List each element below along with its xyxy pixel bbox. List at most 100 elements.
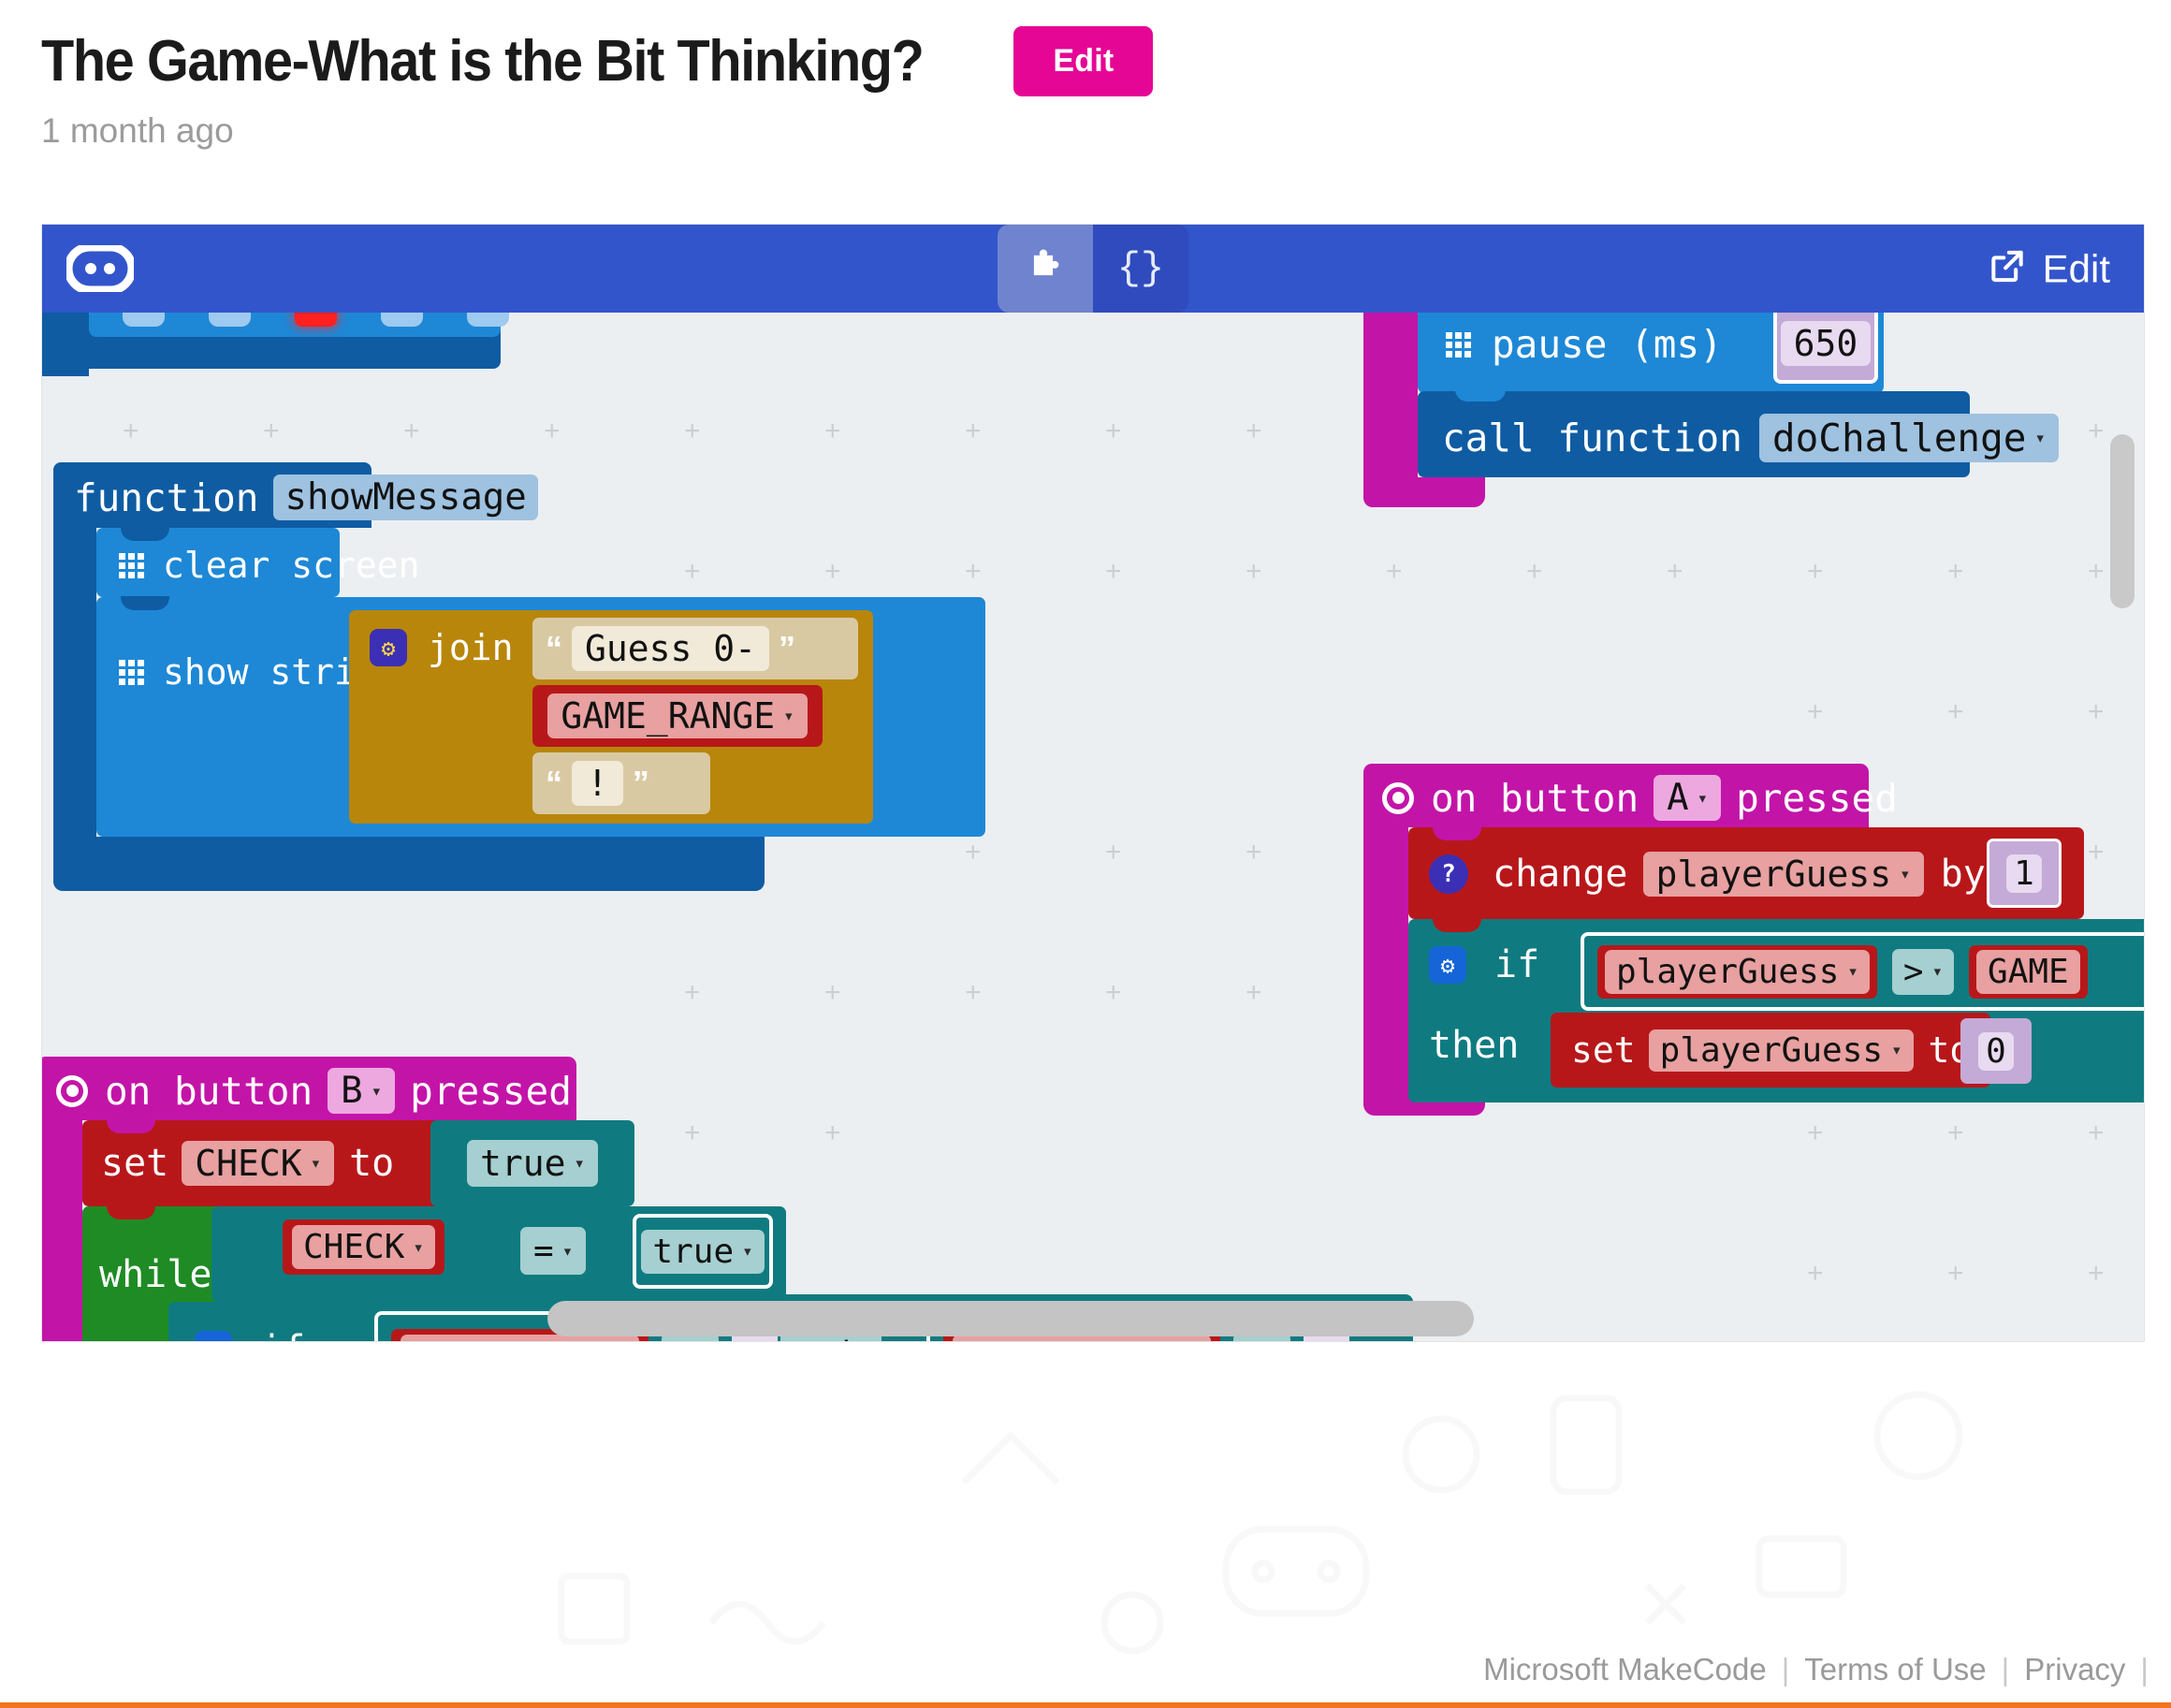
footer-terms-link[interactable]: Terms of Use — [1804, 1652, 1986, 1687]
editor-toolbar: {} Edit — [42, 225, 2144, 313]
page-header: The Game-What is the Bit Thinking? Edit … — [0, 0, 2171, 151]
footer-separator: | — [2001, 1652, 2010, 1686]
join-arg-3[interactable]: “ ! ” — [532, 752, 710, 814]
if-label: if — [1494, 943, 1540, 986]
call-function-name[interactable]: doChallenge ▾ — [1758, 414, 2059, 462]
if-label: if — [260, 1328, 305, 1341]
change-label: change — [1493, 853, 1628, 896]
join-arg-2-value[interactable]: GAME_RANGE ▾ — [547, 693, 808, 738]
on-button-a-header: on button A ▾ pressed — [1382, 775, 1898, 821]
comparison-block-a[interactable]: playerGuess ▾ > ▾ GAME — [1581, 932, 2144, 1011]
set-variable-block-a[interactable]: set playerGuess ▾ to — [1551, 1013, 1990, 1088]
show-string-block[interactable]: show string ⚙ join “ Guess 0- ” GAME_RAN… — [96, 596, 985, 837]
clear-screen-block[interactable]: clear screen — [96, 527, 420, 597]
footer-brand-link[interactable]: Microsoft MakeCode — [1483, 1652, 1767, 1687]
change-value-socket[interactable]: 1 — [1987, 839, 2062, 908]
footer-privacy-link[interactable]: Privacy — [2024, 1652, 2125, 1687]
quote-open-icon: “ — [546, 764, 562, 802]
set-check-block[interactable]: set CHECK ▾ to — [82, 1119, 445, 1206]
button-b-dropdown[interactable]: B ▾ — [328, 1068, 396, 1114]
simulator-bar: SHAKE A B 0 1 2 3V GND The Simulator! — [0, 1342, 2171, 1708]
gear-icon[interactable]: ⚙ — [195, 1331, 232, 1341]
footer-links: Microsoft MakeCode | Terms of Use | Priv… — [1483, 1652, 2149, 1687]
pause-value[interactable]: 650 — [1780, 321, 1872, 366]
set-value-socket-a[interactable]: 0 — [1960, 1018, 2032, 1084]
while-cond-right[interactable]: true ▾ — [633, 1214, 773, 1289]
gear-icon[interactable]: ⚙ — [370, 629, 407, 666]
join-block[interactable]: ⚙ join “ Guess 0- ” GAME_RANGE ▾ “ ! ” — [349, 610, 873, 824]
footer-separator: | — [2140, 1652, 2149, 1686]
led-grid-icon — [119, 552, 144, 578]
external-link-icon — [1987, 246, 2028, 292]
chevron-down-icon: ▾ — [1931, 961, 1944, 982]
button-a-dropdown[interactable]: A ▾ — [1654, 775, 1722, 821]
by-label: by — [1940, 853, 1986, 896]
comparison-operator[interactable]: > ▾ — [1891, 948, 1955, 995]
footer-accent-bar — [0, 1702, 2171, 1708]
change-variable-block[interactable]: ? change playerGuess ▾ by 1 — [1408, 826, 2084, 919]
set-check-variable[interactable]: CHECK ▾ — [182, 1141, 335, 1186]
chevron-down-icon: ▾ — [2034, 428, 2046, 448]
pause-block[interactable]: pause (ms) 650 — [1418, 313, 1884, 393]
while-cond-left[interactable]: CHECK ▾ — [283, 1219, 444, 1275]
clear-screen-label: clear screen — [163, 545, 420, 586]
toolbar-edit-button[interactable]: Edit — [1987, 246, 2110, 292]
boolean-true-block[interactable]: true ▾ — [430, 1120, 634, 1206]
if-then-block-a[interactable]: ⚙ if playerGuess ▾ > ▾ GAME then set pla… — [1408, 918, 2144, 1102]
chevron-down-icon: ▾ — [1697, 787, 1709, 809]
then-label: then — [1429, 1024, 1520, 1067]
tab-javascript[interactable]: {} — [1093, 225, 1188, 313]
join-arg-3-value[interactable]: ! — [572, 761, 623, 806]
set-label: set — [101, 1142, 169, 1185]
call-function-block[interactable]: call function doChallenge ▾ — [1418, 389, 2059, 477]
chevron-down-icon: ▾ — [783, 706, 794, 726]
while-cond-operator[interactable]: = ▾ — [520, 1227, 587, 1275]
chevron-down-icon: ▾ — [1900, 864, 1911, 884]
radio-target-icon — [1382, 781, 1414, 814]
change-value[interactable]: 1 — [2006, 854, 2042, 893]
microbit-logo-icon — [64, 242, 137, 297]
pause-value-socket[interactable]: 650 — [1773, 313, 1878, 384]
function-name[interactable]: showMessage — [273, 474, 538, 520]
boolean-true-value[interactable]: true ▾ — [467, 1140, 598, 1187]
help-icon[interactable]: ? — [1429, 854, 1468, 894]
radio-target-icon — [56, 1074, 88, 1107]
function-keyword: function — [74, 474, 259, 520]
join-label: join — [428, 627, 514, 668]
edit-button[interactable]: Edit — [1013, 26, 1154, 96]
join-arg-1-value[interactable]: Guess 0- — [572, 626, 770, 671]
view-mode-toggle[interactable]: {} — [998, 225, 1188, 313]
on-button-b-header: on button B ▾ pressed — [56, 1068, 572, 1114]
set-value-a[interactable]: 0 — [1978, 1031, 2014, 1071]
blocks-workspace[interactable]: + + + + + + + + + + + + + + + + + + + + … — [42, 313, 2144, 1341]
timestamp: 1 month ago — [41, 111, 234, 150]
while-condition-block[interactable]: CHECK ▾ = ▾ true ▾ — [211, 1206, 786, 1302]
javascript-braces-icon: {} — [1116, 246, 1165, 291]
set-variable-name[interactable]: playerGuess ▾ — [1648, 1029, 1914, 1072]
chevron-down-icon: ▾ — [1847, 961, 1858, 982]
chevron-down-icon: ▾ — [742, 1241, 753, 1262]
set-label: set — [1571, 1029, 1636, 1071]
page-title: The Game-What is the Bit Thinking? — [41, 29, 925, 94]
tab-blocks[interactable] — [998, 225, 1093, 313]
join-arg-2[interactable]: GAME_RANGE ▾ — [532, 685, 823, 747]
quote-open-icon: “ — [546, 629, 562, 667]
call-function-label: call function — [1442, 416, 1742, 460]
chevron-down-icon: ▾ — [371, 1080, 383, 1102]
chevron-down-icon: ▾ — [1891, 1040, 1902, 1060]
footer-separator: | — [1781, 1652, 1790, 1686]
comparison-left-variable[interactable]: playerGuess ▾ — [1597, 944, 1877, 999]
join-arg-1[interactable]: “ Guess 0- ” — [532, 618, 858, 679]
on-button-prefix: on button — [1431, 775, 1639, 821]
makecode-editor-embed: {} Edit + + + + + + + + + + + + + + + + … — [41, 224, 2145, 1342]
comparison-right-variable[interactable]: GAME — [1969, 944, 2088, 999]
quote-close-icon: ” — [779, 629, 796, 667]
change-variable-name[interactable]: playerGuess ▾ — [1642, 852, 1924, 897]
quote-close-icon: ” — [632, 764, 649, 802]
vertical-scrollbar[interactable] — [2110, 434, 2135, 608]
gear-icon[interactable]: ⚙ — [1429, 946, 1466, 984]
led-row[interactable] — [123, 313, 509, 327]
on-button-suffix: pressed — [1736, 775, 1898, 821]
chevron-down-icon: ▾ — [310, 1153, 322, 1174]
horizontal-scrollbar[interactable] — [547, 1301, 1474, 1336]
